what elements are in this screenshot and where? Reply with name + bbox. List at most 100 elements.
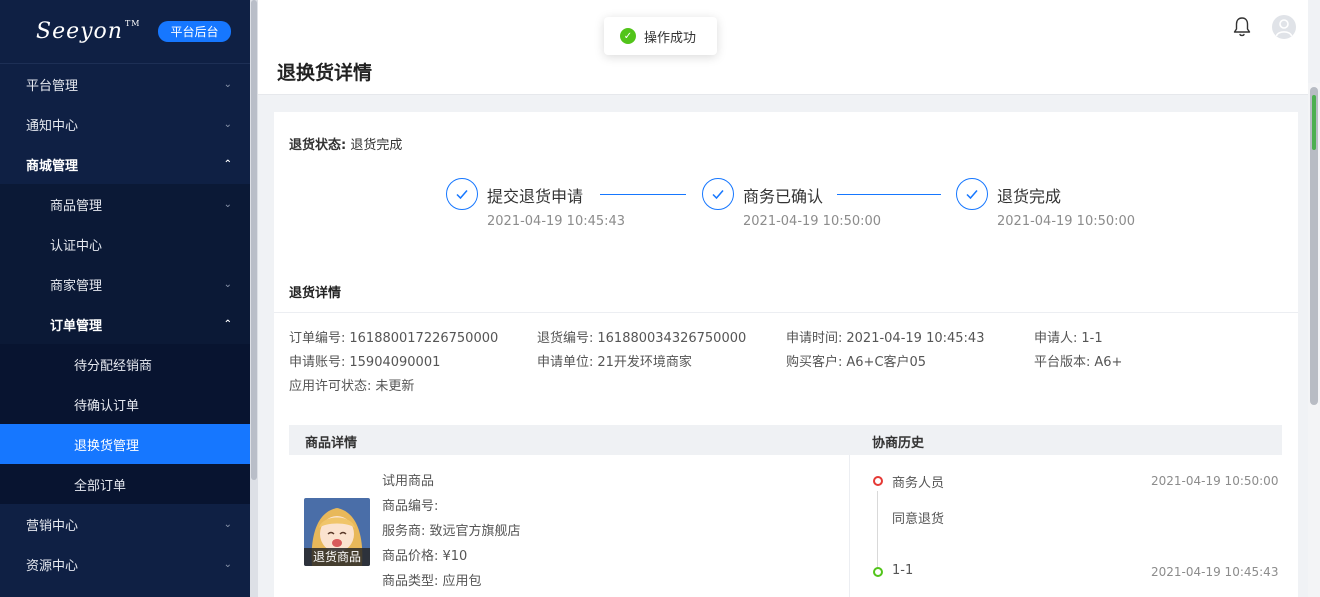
detail-card: 退货状态: 退货完成 提交退货申请 2021-04-19 10:45:43 商务… <box>274 112 1298 597</box>
sidebar-item-all-orders[interactable]: 全部订单 <box>0 464 250 504</box>
toast-message: 操作成功 <box>644 30 697 46</box>
platform-badge: 平台后台 <box>158 21 231 42</box>
sidebar-item-notice-center[interactable]: 通知中心 ⌄ <box>0 104 250 144</box>
sidebar-item-platform-mgmt[interactable]: 平台管理 ⌄ <box>0 64 250 104</box>
sidebar-item-cert-center[interactable]: 认证中心 <box>0 224 250 264</box>
sidebar-item-resource-center[interactable]: 资源中心 ⌄ <box>0 544 250 584</box>
sidebar-scrollbar[interactable] <box>250 0 258 597</box>
check-icon <box>956 178 988 210</box>
step-time: 2021-04-19 10:50:00 <box>743 214 882 229</box>
sidebar-scroll-thumb[interactable] <box>251 0 257 480</box>
sidebar-item-label: 订单管理 <box>50 318 103 334</box>
info-value: 161880017226750000 <box>349 331 499 346</box>
sidebar-item-mall-mgmt[interactable]: 商城管理 ⌃ <box>0 144 250 184</box>
sidebar-item-marketing-center[interactable]: 营销中心 ⌄ <box>0 504 250 544</box>
info-label: 订单编号: <box>289 331 346 346</box>
sidebar-item-label: 通知中心 <box>26 118 79 134</box>
product-price: 商品价格: ¥10 <box>382 549 468 564</box>
user-icon <box>1275 19 1293 37</box>
info-label: 申请人: <box>1034 331 1078 346</box>
col-history: 协商历史 <box>872 436 925 451</box>
sidebar-item-label: 商品管理 <box>50 198 103 214</box>
info-field: 购买客户: A6+C客户05 <box>786 351 926 370</box>
step-connector <box>837 194 941 195</box>
product-type: 商品类型: 应用包 <box>382 574 482 589</box>
sidebar-item-goods-mgmt[interactable]: 商品管理 ⌄ <box>0 184 250 224</box>
sidebar-item-merchant-mgmt[interactable]: 商家管理 ⌄ <box>0 264 250 304</box>
sidebar-item-order-mgmt[interactable]: 订单管理 ⌃ <box>0 304 250 344</box>
image-label: 退货商品 <box>304 548 370 566</box>
step-connector <box>600 194 686 195</box>
sidebar-item-pending-dealer[interactable]: 待分配经销商 <box>0 344 250 384</box>
info-value: 2021-04-19 10:45:43 <box>846 331 985 346</box>
step-title: 商务已确认 <box>743 187 824 206</box>
info-value: A6+ <box>1094 355 1123 370</box>
return-status: 退货状态: 退货完成 <box>289 134 402 153</box>
sidebar-item-label: 商家管理 <box>50 278 103 294</box>
history-actor: 商务人员 <box>892 476 945 491</box>
sidebar-menu: 平台管理 ⌄ 通知中心 ⌄ 商城管理 ⌃ 商品管理 ⌄ 认证中心 商家管理 ⌄ 订单管理 ⌃ 待分配经销商… <box>0 64 250 584</box>
history-note: 同意退货 <box>892 512 945 527</box>
sidebar-item-label: 认证中心 <box>50 238 103 254</box>
check-circle-icon: ✓ <box>620 28 636 44</box>
info-field: 申请单位: 21开发环境商家 <box>537 351 692 370</box>
product-image[interactable]: 退货商品 <box>304 498 370 566</box>
sidebar-item-label: 退换货管理 <box>74 438 140 454</box>
info-field: 申请账号: 15904090001 <box>289 351 440 370</box>
return-status-label: 退货状态: <box>289 138 347 153</box>
info-value: 161880034326750000 <box>597 331 747 346</box>
info-value: 21开发环境商家 <box>597 355 692 370</box>
info-value: A6+C客户05 <box>846 355 927 370</box>
chevron-up-icon: ⌃ <box>223 158 232 170</box>
scroll-grip <box>1312 95 1316 150</box>
info-label: 申请单位: <box>537 355 594 370</box>
history-time: 2021-04-19 10:45:43 <box>1151 565 1279 579</box>
avatar[interactable] <box>1272 15 1296 39</box>
timeline-dot <box>873 476 883 486</box>
sidebar-item-label: 资源中心 <box>26 558 79 574</box>
info-field: 应用许可状态: 未更新 <box>289 375 414 394</box>
chevron-down-icon: ⌄ <box>223 518 232 530</box>
sidebar-item-label: 待确认订单 <box>74 398 140 414</box>
main-scroll-thumb[interactable] <box>1310 87 1318 405</box>
main-scrollbar[interactable] <box>1308 83 1320 597</box>
info-field: 订单编号: 161880017226750000 <box>289 327 498 346</box>
product-code: 商品编号: <box>382 499 439 514</box>
section-title: 退货详情 <box>289 286 342 301</box>
divider <box>274 312 1298 313</box>
chevron-down-icon: ⌄ <box>223 78 232 90</box>
step-time: 2021-04-19 10:50:00 <box>997 214 1136 229</box>
info-field: 申请时间: 2021-04-19 10:45:43 <box>786 327 984 346</box>
info-label: 应用许可状态: <box>289 379 372 394</box>
chevron-down-icon: ⌄ <box>223 558 232 570</box>
sidebar-item-return-mgmt[interactable]: 退换货管理 <box>0 424 250 464</box>
sidebar-item-label: 全部订单 <box>74 478 127 494</box>
info-field: 退货编号: 161880034326750000 <box>537 327 746 346</box>
product-name: 试用商品 <box>382 474 435 489</box>
page-header: 退换货详情 <box>258 0 1308 95</box>
sidebar-item-pending-order[interactable]: 待确认订单 <box>0 384 250 424</box>
info-label: 申请账号: <box>289 355 346 370</box>
table-header: 商品详情 协商历史 <box>289 425 1282 455</box>
info-value: 15904090001 <box>349 355 441 370</box>
sidebar-item-label: 营销中心 <box>26 518 79 534</box>
info-label: 购买客户: <box>786 355 843 370</box>
return-status-value: 退货完成 <box>350 138 403 153</box>
sidebar-item-label: 待分配经销商 <box>74 358 153 374</box>
info-label: 退货编号: <box>537 331 594 346</box>
history-time: 2021-04-19 10:50:00 <box>1151 474 1279 488</box>
chevron-down-icon: ⌄ <box>223 118 232 130</box>
step-title: 提交退货申请 <box>487 187 584 206</box>
step-time: 2021-04-19 10:45:43 <box>487 214 626 229</box>
chevron-up-icon: ⌃ <box>223 318 232 330</box>
chevron-down-icon: ⌄ <box>223 198 232 210</box>
timeline-dot <box>873 567 883 577</box>
sidebar-item-label: 平台管理 <box>26 78 79 94</box>
bell-icon[interactable] <box>1232 16 1252 38</box>
check-icon <box>702 178 734 210</box>
sidebar-item-label: 商城管理 <box>26 158 79 174</box>
logo-bar: Seeyon TM 平台后台 <box>0 0 250 64</box>
timeline-line <box>877 491 878 573</box>
seeyon-logo[interactable]: Seeyon TM <box>36 19 140 44</box>
product-provider: 服务商: 致远官方旗舰店 <box>382 524 521 539</box>
